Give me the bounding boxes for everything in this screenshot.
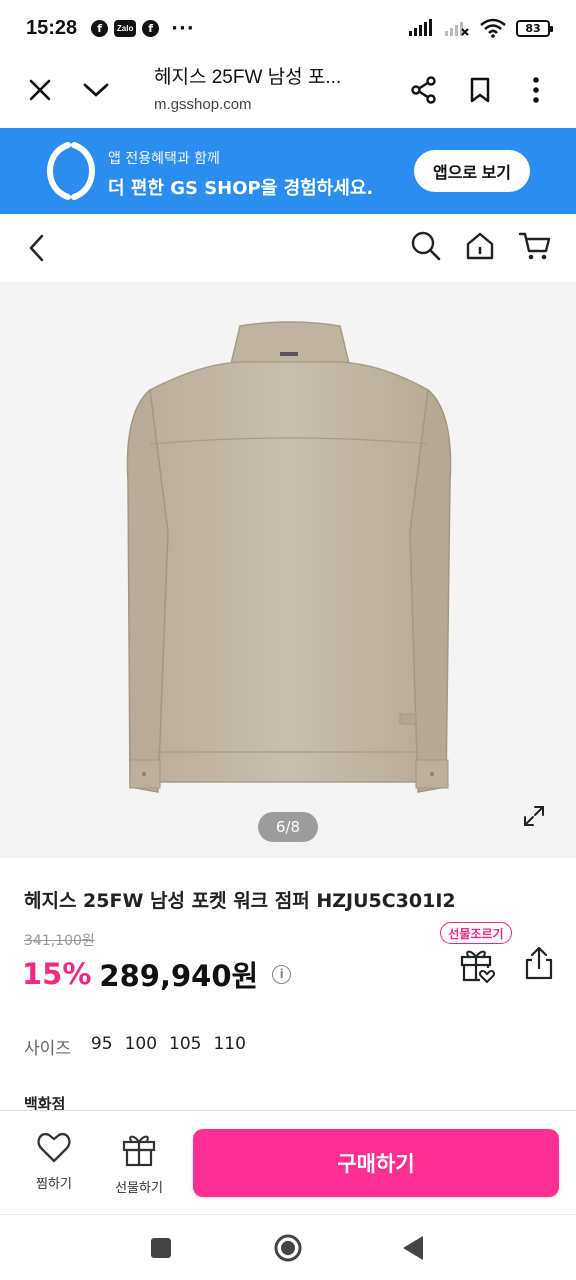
home-circle-icon xyxy=(274,1234,302,1262)
more-menu-button[interactable] xyxy=(508,62,564,118)
product-title: 헤지스 25FW 남성 포켓 워크 점퍼 HZJU5C301I2 xyxy=(24,890,456,912)
battery-icon: 83 xyxy=(516,19,553,37)
wishlist-label: 찜하기 xyxy=(36,1177,72,1192)
gift-request-button[interactable] xyxy=(458,946,496,984)
search-icon xyxy=(411,231,441,261)
gallery-page-indicator: 6/8 xyxy=(258,812,318,842)
price-row: 15% 289,940원 i xyxy=(22,953,292,995)
wishlist-button[interactable]: 찜하기 xyxy=(14,1111,94,1215)
original-price: 341,100원 xyxy=(24,933,95,949)
system-back-button[interactable] xyxy=(402,1235,424,1265)
close-tab-button[interactable] xyxy=(12,62,68,118)
open-app-button[interactable]: 앱으로 보기 xyxy=(414,150,530,192)
size-option[interactable]: 105 xyxy=(169,1034,201,1059)
recents-button[interactable] xyxy=(150,1237,172,1263)
signal-icon xyxy=(409,19,432,36)
facebook-icon: f xyxy=(91,19,109,37)
share-product-button[interactable] xyxy=(522,946,558,982)
more-vert-icon xyxy=(533,77,539,103)
home-icon xyxy=(466,232,494,260)
sale-price: 289,940원 xyxy=(99,959,259,993)
app-promo-banner[interactable]: 앱 전용혜택과 함께 더 편한 GS SHOP을 경험하세요. 앱으로 보기 xyxy=(0,128,576,214)
back-button[interactable] xyxy=(18,230,54,266)
chevron-down-icon xyxy=(83,83,109,97)
page-url: m.gsshop.com xyxy=(154,96,252,113)
share-upload-icon xyxy=(525,946,553,980)
zalo-icon: Zalo xyxy=(114,19,137,37)
gift-heart-icon xyxy=(460,950,496,984)
gift-label: 선물하기 xyxy=(115,1181,163,1196)
jacket-back-image xyxy=(126,321,452,793)
back-triangle-icon xyxy=(403,1236,423,1260)
back-arrow-icon xyxy=(29,234,44,262)
heart-icon xyxy=(37,1132,71,1163)
more-notifications-icon: ··· xyxy=(171,17,195,39)
discount-rate: 15% xyxy=(22,957,92,991)
bookmark-icon xyxy=(470,77,490,103)
gift-request-badge[interactable]: 선물조르기 xyxy=(440,922,512,944)
facebook-icon: f xyxy=(142,19,160,37)
share-icon xyxy=(411,76,436,104)
bookmark-button[interactable] xyxy=(452,62,508,118)
cart-button[interactable] xyxy=(518,230,552,266)
size-label: 사이즈 xyxy=(24,1039,71,1059)
promo-line-2: 더 편한 GS SHOP을 경험하세요. xyxy=(108,178,374,199)
close-icon xyxy=(29,79,51,101)
recents-icon xyxy=(151,1238,171,1258)
size-option[interactable]: 110 xyxy=(213,1034,245,1059)
bottom-action-bar: 찜하기 선물하기 구매하기 xyxy=(0,1110,576,1214)
gift-icon xyxy=(122,1135,156,1167)
size-option[interactable]: 100 xyxy=(125,1034,157,1059)
address-area[interactable]: 헤지스 25FW 남성 포... m.gsshop.com xyxy=(154,62,341,113)
info-icon[interactable]: i xyxy=(272,964,292,984)
share-page-button[interactable] xyxy=(396,62,452,118)
gift-button[interactable]: 선물하기 xyxy=(99,1111,179,1215)
buy-button[interactable]: 구매하기 xyxy=(193,1129,559,1197)
status-time: 15:28 xyxy=(26,16,78,39)
cart-icon xyxy=(518,232,551,260)
site-header xyxy=(0,214,576,282)
expand-image-button[interactable] xyxy=(522,804,550,832)
promo-line-1: 앱 전용혜택과 함께 xyxy=(108,151,220,167)
system-nav-bar xyxy=(0,1214,576,1280)
search-button[interactable] xyxy=(410,230,442,266)
gsshop-logo-icon xyxy=(46,142,96,200)
expand-icon xyxy=(524,806,544,826)
system-home-button[interactable] xyxy=(273,1233,303,1267)
browser-bar: 헤지스 25FW 남성 포... m.gsshop.com xyxy=(0,56,576,128)
page-title: 헤지스 25FW 남성 포... xyxy=(154,67,342,88)
collapse-button[interactable] xyxy=(68,62,124,118)
product-image-gallery[interactable]: 6/8 xyxy=(0,282,576,858)
size-option[interactable]: 95 xyxy=(91,1034,113,1059)
signal-off-icon xyxy=(445,22,469,36)
home-button[interactable] xyxy=(464,230,496,266)
status-bar: 15:28 f Zalo f ··· 83 xyxy=(0,0,576,56)
wifi-icon xyxy=(480,18,506,38)
size-options: 사이즈 95 100 105 110 xyxy=(24,1034,258,1059)
